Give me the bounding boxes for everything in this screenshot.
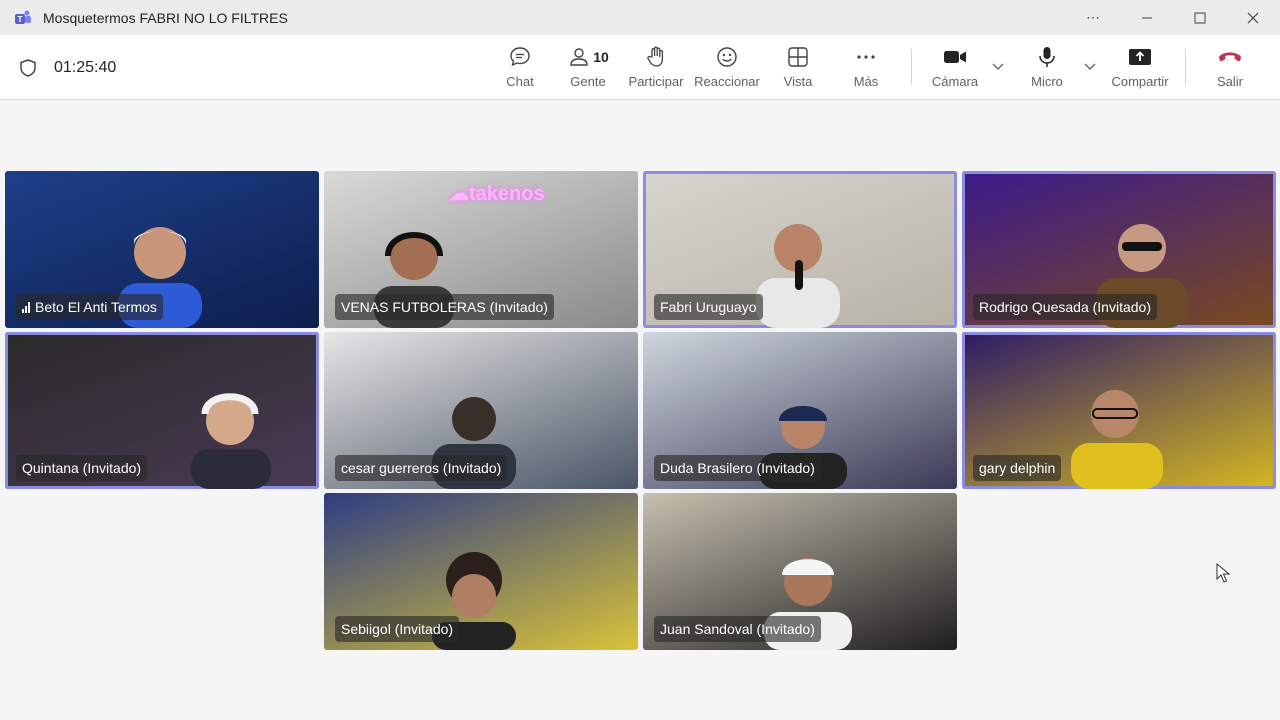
- more-icon: [857, 55, 875, 59]
- participant-video: [1071, 390, 1163, 489]
- camera-icon: [944, 51, 966, 63]
- people-label: Gente: [570, 74, 606, 89]
- title-bar: T Mosquetermos FABRI NO LO FILTRES ⋯: [0, 0, 1280, 35]
- speaking-signal-icon: [22, 301, 30, 313]
- participant-name-label: VENAS FUTBOLERAS (Invitado): [335, 294, 554, 320]
- participant-name: Beto El Anti Termos: [35, 299, 157, 315]
- close-button[interactable]: [1230, 0, 1276, 35]
- participant-name-label: Rodrigo Quesada (Invitado): [973, 294, 1157, 320]
- teams-logo-icon: T: [15, 10, 31, 24]
- participant-name-label: cesar guerreros (Invitado): [335, 455, 508, 481]
- participant-name: Duda Brasilero (Invitado): [660, 460, 815, 476]
- people-icon: [570, 48, 588, 66]
- participant-tile[interactable]: Fabri Uruguayo: [643, 171, 957, 328]
- participant-video: [191, 393, 271, 489]
- participant-tile[interactable]: gary delphin: [962, 332, 1276, 489]
- more-button[interactable]: Más: [846, 44, 886, 94]
- maximize-button[interactable]: [1177, 0, 1223, 35]
- participant-tile[interactable]: Duda Brasilero (Invitado): [643, 332, 957, 489]
- participant-name: VENAS FUTBOLERAS (Invitado): [341, 299, 548, 315]
- shield-icon[interactable]: [18, 58, 38, 78]
- meeting-timer: 01:25:40: [54, 59, 117, 76]
- view-button[interactable]: Vista: [778, 44, 818, 94]
- smiley-icon: [717, 47, 737, 67]
- mic-options-chevron-down-icon[interactable]: [1083, 61, 1097, 71]
- participant-tile[interactable]: Beto El Anti Termos: [5, 171, 319, 328]
- more-label: Más: [853, 74, 879, 89]
- raise-hand-button[interactable]: Participar: [626, 44, 686, 94]
- participant-name: Juan Sandoval (Invitado): [660, 621, 815, 637]
- more-icon: ⋯: [1086, 9, 1100, 25]
- chat-label: Chat: [506, 74, 534, 89]
- neon-sign-logo: ☁takenos: [449, 183, 545, 205]
- participant-name-label: Juan Sandoval (Invitado): [654, 616, 821, 642]
- mic-icon: [1039, 47, 1055, 67]
- participant-name: cesar guerreros (Invitado): [341, 460, 502, 476]
- maximize-icon: [1194, 12, 1206, 23]
- raise-hand-icon: [647, 46, 664, 67]
- toolbar-divider: [1185, 49, 1186, 85]
- participant-name-label: Quintana (Invitado): [16, 455, 148, 481]
- participant-name-label: Fabri Uruguayo: [654, 294, 763, 320]
- grid-icon: [788, 47, 808, 67]
- camera-options-chevron-down-icon[interactable]: [991, 61, 1005, 71]
- mic-button[interactable]: Micro: [1024, 44, 1070, 94]
- raise-hand-label: Participar: [628, 74, 684, 89]
- participant-tile[interactable]: Juan Sandoval (Invitado): [643, 493, 957, 650]
- participant-name-label: Duda Brasilero (Invitado): [654, 455, 821, 481]
- minimize-button[interactable]: [1124, 0, 1170, 35]
- window-more-button[interactable]: ⋯: [1070, 0, 1116, 35]
- participant-tile[interactable]: Rodrigo Quesada (Invitado): [962, 171, 1276, 328]
- participant-tile[interactable]: Quintana (Invitado): [5, 332, 319, 489]
- participant-tile[interactable]: Sebiigol (Invitado): [324, 493, 638, 650]
- people-button[interactable]: 10 Gente: [564, 44, 612, 94]
- share-button[interactable]: Compartir: [1108, 44, 1172, 94]
- participant-name-label: Sebiigol (Invitado): [335, 616, 460, 642]
- camera-button[interactable]: Cámara: [928, 44, 982, 94]
- mic-label: Micro: [1031, 74, 1063, 89]
- react-label: Reaccionar: [694, 74, 760, 89]
- toolbar-divider: [911, 49, 912, 85]
- participant-name: Fabri Uruguayo: [660, 299, 757, 315]
- participant-name: Quintana (Invitado): [22, 460, 142, 476]
- mouse-cursor-icon: [1216, 563, 1230, 583]
- svg-text:T: T: [18, 15, 23, 24]
- camera-label: Cámara: [931, 74, 979, 89]
- participant-name-label: Beto El Anti Termos: [16, 294, 163, 320]
- participant-name: gary delphin: [979, 460, 1056, 476]
- window-title: Mosquetermos FABRI NO LO FILTRES: [43, 10, 288, 26]
- share-label: Compartir: [1111, 74, 1169, 89]
- close-icon: [1247, 12, 1259, 23]
- participant-tile[interactable]: ☁takenos VENAS FUTBOLERAS (Invitado): [324, 171, 638, 328]
- participant-name: Sebiigol (Invitado): [341, 621, 454, 637]
- chat-button[interactable]: Chat: [500, 44, 540, 94]
- react-button[interactable]: Reaccionar: [694, 44, 760, 94]
- participant-name: Rodrigo Quesada (Invitado): [979, 299, 1151, 315]
- participant-tile[interactable]: cesar guerreros (Invitado): [324, 332, 638, 489]
- view-label: Vista: [783, 74, 813, 89]
- minimize-icon: [1142, 17, 1152, 18]
- leave-label: Salir: [1216, 74, 1243, 89]
- people-count: 10: [593, 49, 609, 65]
- chat-icon: [510, 47, 530, 67]
- share-icon: [1129, 49, 1151, 65]
- leave-button[interactable]: Salir: [1208, 44, 1252, 94]
- hangup-icon: [1219, 52, 1241, 62]
- participant-name-label: gary delphin: [973, 455, 1062, 481]
- meeting-toolbar: 01:25:40 Chat 10 Gente Participar Reacci…: [0, 35, 1280, 100]
